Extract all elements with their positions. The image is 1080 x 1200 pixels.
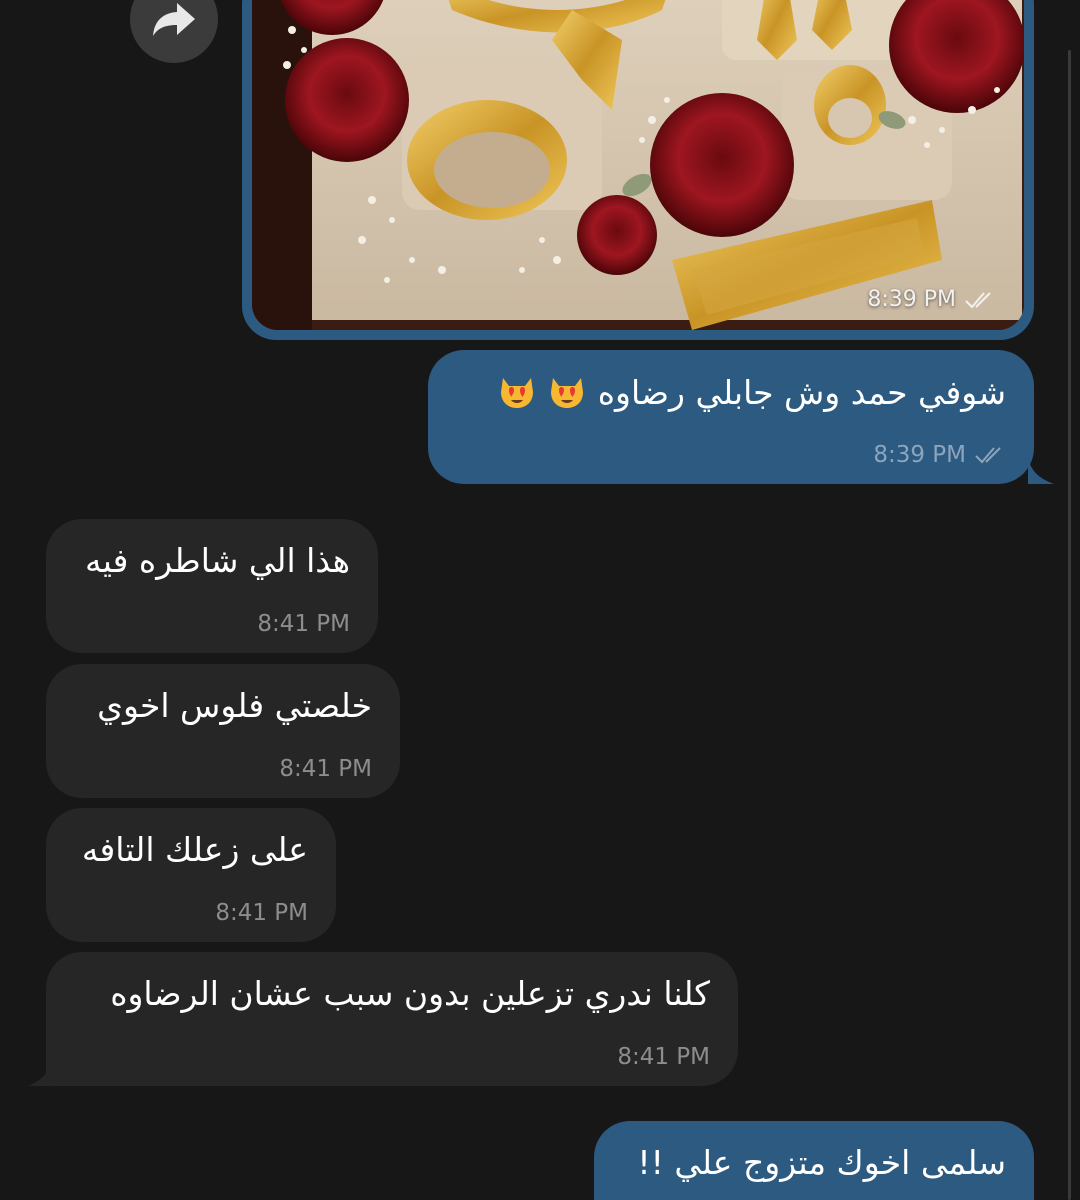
message-text: سلمى اخوك متزوج علي !! (637, 1143, 1006, 1182)
incoming-message[interactable]: خلصتي فلوس اخوي 8:41 PM (46, 664, 400, 798)
timestamp: 8:41 PM (215, 900, 308, 926)
outgoing-message[interactable]: شوفي حمد وش جابلي رضاوه 8:39 PM (428, 350, 1054, 484)
incoming-message[interactable]: هذا الي شاطره فيه 8:41 PM (46, 519, 378, 653)
heart-eyes-cat-emoji (551, 378, 584, 408)
scrollbar[interactable] (1068, 50, 1071, 1200)
timestamp: 8:39 PM (873, 442, 966, 468)
message-text: خلصتي فلوس اخوي (97, 686, 372, 725)
chat-view[interactable]: 8:39 PM شوفي حمد وش جابلي رضاوه 8:39 PM … (0, 0, 1080, 1200)
message-meta: 8:41 PM (215, 900, 308, 926)
forward-button[interactable] (130, 0, 218, 63)
timestamp: 8:41 PM (257, 611, 350, 637)
message-meta: 8:41 PM (617, 1044, 710, 1070)
double-check-icon (965, 291, 991, 308)
double-check-icon (975, 447, 1001, 464)
incoming-message[interactable]: على زعلك التافه 8:41 PM (46, 808, 336, 942)
timestamp: 8:41 PM (617, 1044, 710, 1070)
message-text: على زعلك التافه (81, 830, 308, 869)
forward-arrow-icon (153, 3, 195, 36)
message-text: شوفي حمد وش جابلي رضاوه (456, 370, 1006, 415)
message-meta: 8:41 PM (279, 756, 372, 782)
bubble-tail (28, 1058, 52, 1086)
message-meta: 8:39 PM (873, 442, 1006, 468)
bubble-tail (1028, 456, 1054, 484)
incoming-message[interactable]: كلنا ندري تزعلين بدون سبب عشان الرضاوه 8… (28, 952, 738, 1086)
photo-timestamp: 8:39 PM (867, 287, 996, 312)
heart-eyes-cat-emoji (500, 378, 533, 408)
photo-message[interactable]: 8:39 PM (242, 0, 1034, 340)
message-meta: 8:41 PM (257, 611, 350, 637)
message-text: كلنا ندري تزعلين بدون سبب عشان الرضاوه (110, 974, 710, 1013)
timestamp: 8:41 PM (279, 756, 372, 782)
outgoing-message[interactable]: سلمى اخوك متزوج علي !! (594, 1121, 1034, 1200)
jewelry-photo[interactable]: 8:39 PM (252, 0, 1024, 330)
message-text: هذا الي شاطره فيه (85, 541, 350, 580)
